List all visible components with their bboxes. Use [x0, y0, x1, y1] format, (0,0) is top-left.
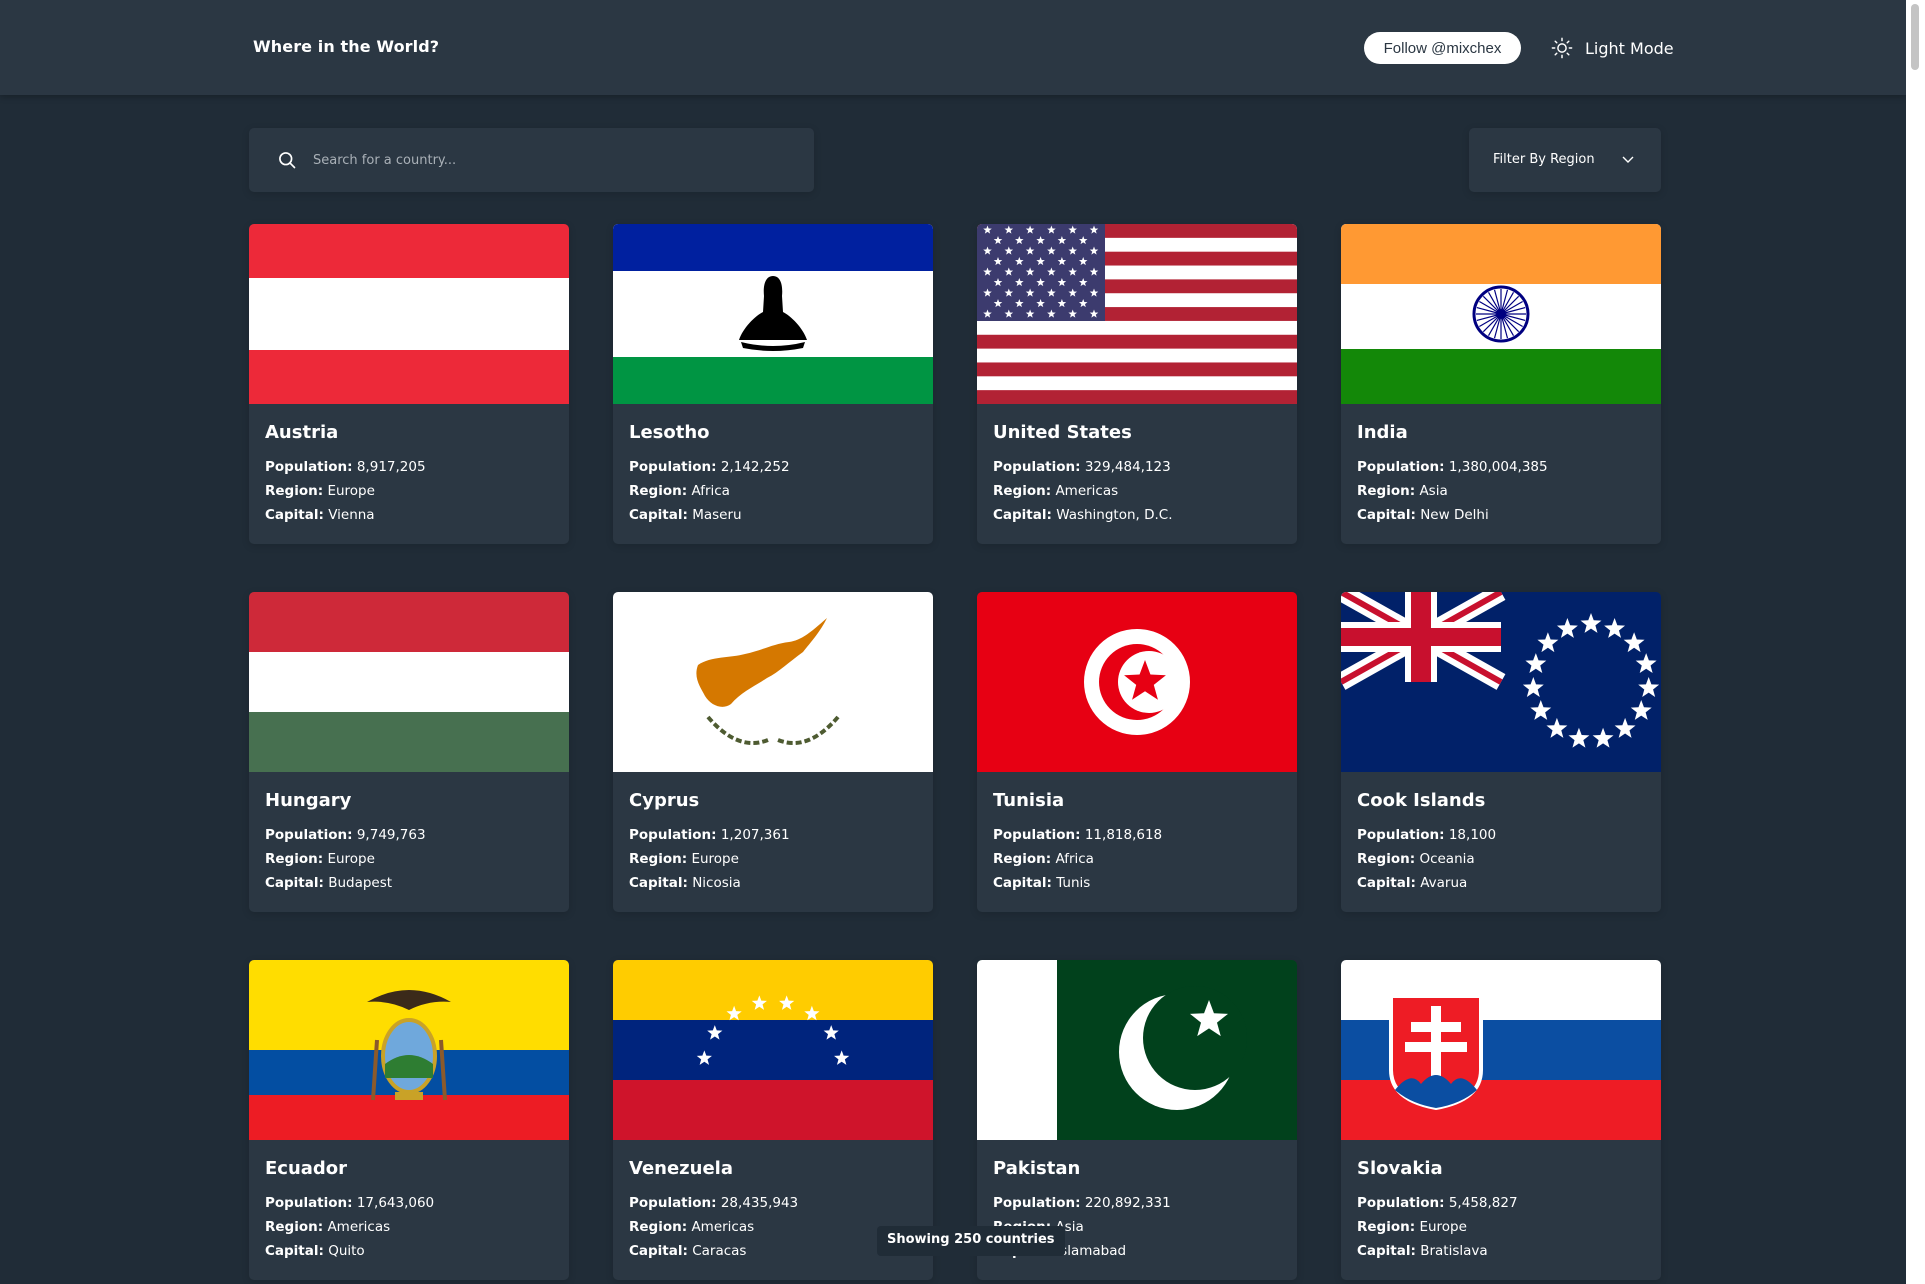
- country-flag: [249, 224, 569, 404]
- country-flag: [249, 592, 569, 772]
- country-flag: [249, 960, 569, 1140]
- country-flag: [977, 960, 1297, 1140]
- country-region: Region: Europe: [265, 483, 375, 499]
- country-flag: [977, 592, 1297, 772]
- country-name: Austria: [265, 422, 339, 443]
- country-region: Region: Americas: [265, 1219, 391, 1235]
- country-population: Population: 5,458,827: [1357, 1195, 1518, 1211]
- country-card[interactable]: Slovakia Population: 5,458,827 Region: E…: [1341, 960, 1661, 1280]
- country-name: Pakistan: [993, 1158, 1081, 1179]
- country-flag: [1341, 960, 1661, 1140]
- search-box[interactable]: [249, 128, 814, 192]
- results-count-toast: Showing 250 countries: [877, 1226, 1065, 1256]
- country-region: Region: Europe: [629, 851, 739, 867]
- country-region: Region: Asia: [1357, 483, 1448, 499]
- country-card[interactable]: Cyprus Population: 1,207,361 Region: Eur…: [613, 592, 933, 912]
- country-population: Population: 1,380,004,385: [1357, 459, 1548, 475]
- country-region: Region: Americas: [993, 483, 1119, 499]
- country-card[interactable]: Ecuador Population: 17,643,060 Region: A…: [249, 960, 569, 1280]
- country-capital: Capital: Quito: [265, 1243, 365, 1259]
- country-capital: Capital: Vienna: [265, 507, 375, 523]
- country-capital: Capital: Avarua: [1357, 875, 1468, 891]
- country-card[interactable]: Hungary Population: 9,749,763 Region: Eu…: [249, 592, 569, 912]
- country-card[interactable]: Lesotho Population: 2,142,252 Region: Af…: [613, 224, 933, 544]
- country-population: Population: 17,643,060: [265, 1195, 435, 1211]
- country-flag: [1341, 224, 1661, 404]
- country-name: United States: [993, 422, 1132, 443]
- country-capital: Capital: Nicosia: [629, 875, 741, 891]
- country-card[interactable]: Austria Population: 8,917,205 Region: Eu…: [249, 224, 569, 544]
- country-population: Population: 2,142,252: [629, 459, 790, 475]
- country-region: Region: Americas: [629, 1219, 755, 1235]
- country-capital: Capital: Tunis: [993, 875, 1091, 891]
- country-population: Population: 329,484,123: [993, 459, 1171, 475]
- country-card[interactable]: India Population: 1,380,004,385 Region: …: [1341, 224, 1661, 544]
- country-region: Region: Europe: [1357, 1219, 1467, 1235]
- country-name: Venezuela: [629, 1158, 733, 1179]
- country-name: Slovakia: [1357, 1158, 1443, 1179]
- region-filter-label: Filter By Region: [1493, 152, 1595, 167]
- country-capital: Capital: Maseru: [629, 507, 742, 523]
- country-capital: Capital: Bratislava: [1357, 1243, 1488, 1259]
- theme-toggle[interactable]: Light Mode: [1551, 34, 1674, 62]
- country-name: Ecuador: [265, 1158, 348, 1179]
- chevron-down-icon: [1622, 156, 1634, 163]
- country-population: Population: 8,917,205: [265, 459, 426, 475]
- country-region: Region: Europe: [265, 851, 375, 867]
- country-population: Population: 11,818,618: [993, 827, 1163, 843]
- country-capital: Capital: Caracas: [629, 1243, 747, 1259]
- app-title: Where in the World?: [253, 37, 440, 56]
- follow-button[interactable]: Follow @mixchex: [1364, 32, 1521, 64]
- country-flag: [613, 960, 933, 1140]
- country-name: Tunisia: [993, 790, 1065, 811]
- country-name: Lesotho: [629, 422, 710, 443]
- country-region: Region: Africa: [629, 483, 730, 499]
- search-input[interactable]: [313, 128, 793, 192]
- country-card[interactable]: United States Population: 329,484,123 Re…: [977, 224, 1297, 544]
- country-population: Population: 220,892,331: [993, 1195, 1171, 1211]
- sun-icon: [1551, 37, 1573, 59]
- country-name: Cyprus: [629, 790, 700, 811]
- country-flag: [613, 224, 933, 404]
- search-icon: [279, 152, 296, 169]
- country-capital: Capital: Washington, D.C.: [993, 507, 1173, 523]
- country-card[interactable]: Cook Islands Population: 18,100 Region: …: [1341, 592, 1661, 912]
- country-name: India: [1357, 422, 1408, 443]
- country-population: Population: 18,100: [1357, 827, 1497, 843]
- app-header: Where in the World? Follow @mixchex Ligh…: [0, 0, 1906, 95]
- country-region: Region: Oceania: [1357, 851, 1475, 867]
- country-region: Region: Africa: [993, 851, 1094, 867]
- page-scrollbar[interactable]: [1906, 0, 1925, 1284]
- country-population: Population: 9,749,763: [265, 827, 426, 843]
- country-population: Population: 1,207,361: [629, 827, 790, 843]
- scrollbar-thumb[interactable]: [1911, 4, 1919, 70]
- country-name: Hungary: [265, 790, 352, 811]
- country-name: Cook Islands: [1357, 790, 1486, 811]
- country-capital: Capital: New Delhi: [1357, 507, 1489, 523]
- country-flag: [1341, 592, 1661, 772]
- region-filter-dropdown[interactable]: Filter By Region: [1469, 128, 1661, 192]
- theme-toggle-label: Light Mode: [1585, 38, 1674, 58]
- country-flag: [613, 592, 933, 772]
- country-population: Population: 28,435,943: [629, 1195, 799, 1211]
- country-flag: [977, 224, 1297, 404]
- country-capital: Capital: Budapest: [265, 875, 393, 891]
- country-card[interactable]: Tunisia Population: 11,818,618 Region: A…: [977, 592, 1297, 912]
